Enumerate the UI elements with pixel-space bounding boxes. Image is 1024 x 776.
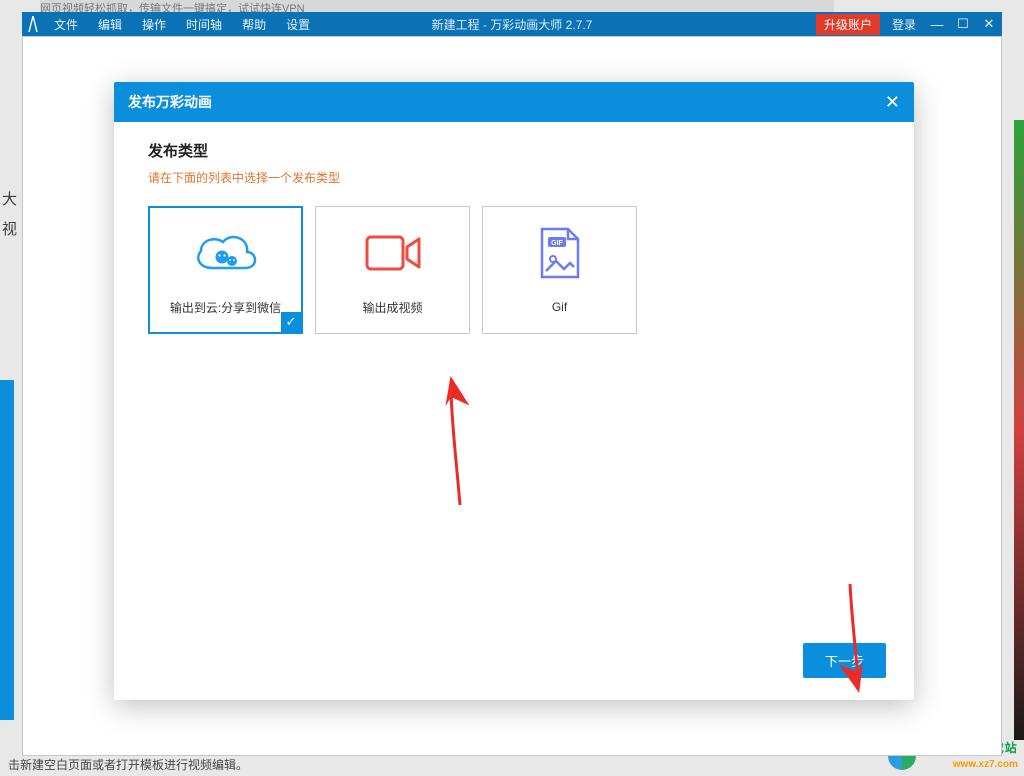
- menu-edit[interactable]: 编辑: [88, 16, 132, 33]
- menu-settings[interactable]: 设置: [276, 16, 320, 33]
- option-label: Gif: [552, 300, 567, 314]
- dialog-close-button[interactable]: ✕: [885, 92, 900, 113]
- publish-dialog: 发布万彩动画 ✕ 发布类型 请在下面的列表中选择一个发布类型: [114, 82, 914, 700]
- bg-strip-left: [0, 380, 14, 720]
- menu-action[interactable]: 操作: [132, 16, 176, 33]
- background-blur-text: 网页视频轻松抓取，传输文件一键搞定，试试快连VPN: [40, 0, 834, 12]
- cloud-icon: [191, 225, 261, 281]
- menu-help[interactable]: 帮助: [232, 16, 276, 33]
- dialog-body: 发布类型 请在下面的列表中选择一个发布类型 输出到云:分享到微信 ✓: [114, 122, 914, 700]
- close-window-button[interactable]: ✕: [976, 16, 1002, 32]
- menu-bar: 文件 编辑 操作 时间轴 帮助 设置: [44, 16, 320, 33]
- menu-timeline[interactable]: 时间轴: [176, 16, 232, 33]
- option-label: 输出到云:分享到微信: [170, 299, 281, 316]
- bg-side-text-2: 视: [2, 218, 17, 239]
- publish-type-hint: 请在下面的列表中选择一个发布类型: [148, 169, 880, 186]
- option-cloud-wechat[interactable]: 输出到云:分享到微信 ✓: [148, 206, 303, 334]
- minimize-button[interactable]: ―: [924, 17, 950, 32]
- app-titlebar: 文件 编辑 操作 时间轴 帮助 设置 新建工程 - 万彩动画大师 2.7.7 升…: [22, 12, 1002, 36]
- publish-options: 输出到云:分享到微信 ✓ 输出成视频: [148, 206, 880, 334]
- option-label: 输出成视频: [362, 299, 422, 316]
- option-gif[interactable]: GIF Gif: [482, 206, 637, 334]
- dialog-title: 发布万彩动画: [128, 92, 212, 112]
- option-video[interactable]: 输出成视频: [315, 206, 470, 334]
- watermark-line2: www.xz7.com: [953, 759, 1018, 770]
- annotation-arrow-up-icon: [442, 387, 472, 512]
- login-button[interactable]: 登录: [884, 16, 924, 33]
- app-logo-icon: [22, 12, 44, 36]
- upgrade-account-button[interactable]: 升级账户: [816, 14, 880, 35]
- maximize-button[interactable]: ☐: [950, 16, 976, 32]
- video-icon: [363, 225, 423, 281]
- gif-icon: GIF: [536, 226, 584, 282]
- dialog-header: 发布万彩动画 ✕: [114, 82, 914, 122]
- check-icon: ✓: [281, 312, 301, 332]
- next-button[interactable]: 下一步: [803, 643, 886, 678]
- svg-text:GIF: GIF: [551, 240, 563, 247]
- publish-type-title: 发布类型: [148, 140, 880, 161]
- bg-strip-right: [1014, 120, 1024, 740]
- menu-file[interactable]: 文件: [44, 16, 88, 33]
- bg-side-text-1: 大: [2, 188, 17, 209]
